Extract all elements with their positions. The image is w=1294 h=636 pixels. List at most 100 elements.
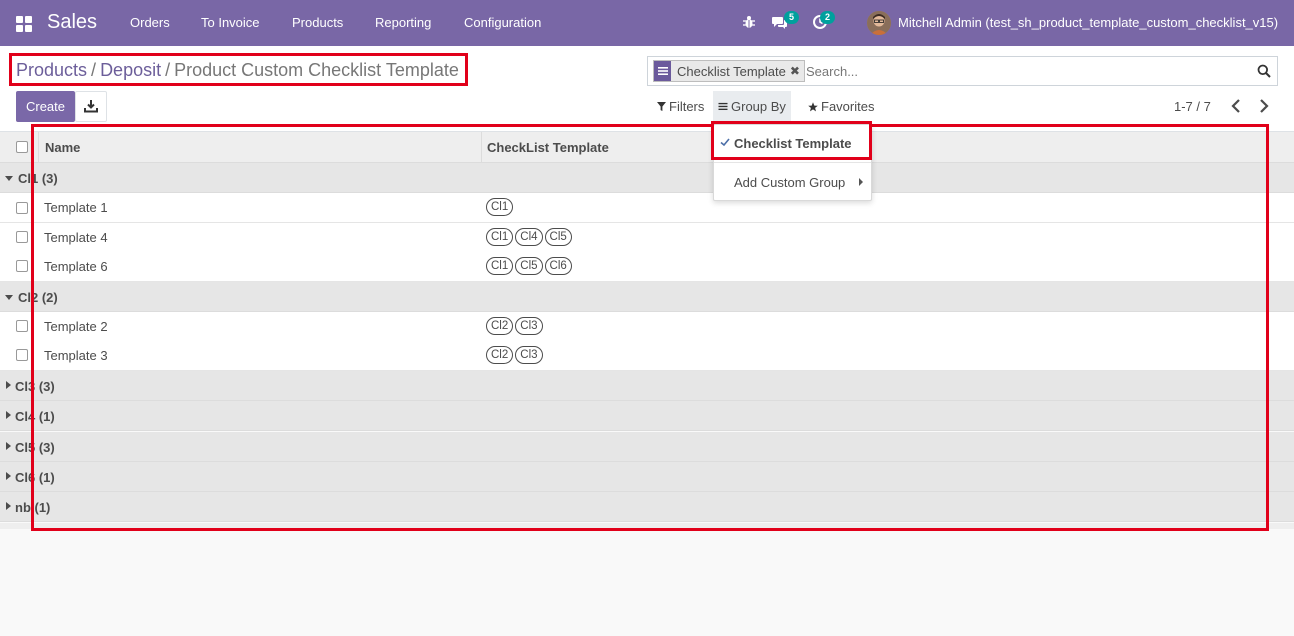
column-divider — [38, 132, 39, 163]
caret-right-icon — [6, 411, 11, 419]
group-label: nb (1) — [15, 500, 51, 515]
search-icon[interactable] — [1257, 64, 1271, 78]
caret-right-icon — [6, 381, 11, 389]
pager-value[interactable]: 1-7 / 7 — [1174, 99, 1211, 114]
favorites-label: Favorites — [821, 99, 875, 114]
select-all-checkbox[interactable] — [16, 141, 28, 153]
row-checkbox[interactable] — [16, 260, 28, 272]
row-name: Template 3 — [44, 348, 108, 363]
debug-bug-icon[interactable] — [741, 14, 757, 30]
row-checkbox[interactable] — [16, 320, 28, 332]
group-label: Cl6 (1) — [15, 470, 55, 485]
activities-badge: 2 — [820, 11, 836, 24]
favorites-button[interactable]: Favorites — [803, 91, 879, 122]
list-footer — [0, 523, 1294, 529]
export-button[interactable] — [75, 91, 107, 122]
group-row-cl1[interactable]: Cl1 (3) — [0, 163, 1294, 193]
checklist-tag: Cl2 — [486, 317, 514, 335]
breadcrumb-products[interactable]: Products — [16, 60, 87, 80]
table-row[interactable]: Template 6 Cl1 Cl5 Cl6 — [0, 252, 1294, 282]
breadcrumb-separator: / — [91, 60, 97, 80]
checklist-tag: Cl1 — [486, 228, 514, 246]
checklist-tag: Cl4 — [515, 228, 543, 246]
checklist-tags: Cl1 — [486, 198, 514, 216]
checklist-tag: Cl5 — [544, 228, 572, 246]
facet-remove-icon[interactable]: ✖ — [790, 64, 804, 78]
row-checkbox[interactable] — [16, 349, 28, 361]
column-header-name[interactable]: Name — [45, 140, 80, 155]
chevron-left-icon[interactable] — [1229, 98, 1243, 114]
breadcrumb-separator: / — [165, 60, 171, 80]
top-navbar: Sales Orders To Invoice Products Reporti… — [0, 0, 1294, 46]
star-icon — [808, 101, 818, 111]
create-button[interactable]: Create — [16, 91, 75, 122]
row-checkbox[interactable] — [16, 231, 28, 243]
menu-configuration[interactable]: Configuration — [464, 15, 541, 30]
menu-to-invoice[interactable]: To Invoice — [201, 15, 260, 30]
control-panel: Products / Deposit / Product Custom Checklis… — [0, 46, 1294, 132]
checklist-tag: Cl1 — [486, 257, 514, 275]
group-by-bars-icon — [718, 102, 728, 111]
group-by-label: Group By — [731, 99, 786, 114]
apps-menu-icon[interactable] — [16, 16, 32, 32]
user-avatar[interactable] — [867, 11, 891, 35]
group-row-cl5[interactable]: Cl5 (3) — [0, 432, 1294, 462]
checklist-tag: Cl5 — [515, 257, 543, 275]
group-label: Cl4 (1) — [15, 409, 55, 424]
menu-products[interactable]: Products — [292, 15, 343, 30]
group-by-button[interactable]: Group By — [713, 91, 791, 122]
table-row[interactable]: Template 1 Cl1 — [0, 193, 1294, 223]
group-row-cl3[interactable]: Cl3 (3) — [0, 371, 1294, 401]
add-custom-group-label: Add Custom Group — [734, 175, 846, 190]
search-facet: Checklist Template ✖ — [653, 60, 805, 82]
messages-badge: 5 — [784, 11, 800, 24]
group-by-option-checklist-template[interactable]: Checklist Template — [714, 131, 871, 155]
column-divider — [481, 132, 482, 163]
row-name: Template 6 — [44, 259, 108, 274]
page-title: Product Custom Checklist Template — [174, 60, 459, 80]
table-row[interactable]: Template 4 Cl1 Cl4 Cl5 — [0, 223, 1294, 253]
table-row[interactable]: Template 3 Cl2 Cl3 — [0, 341, 1294, 371]
checklist-tag: Cl1 — [486, 198, 514, 216]
checklist-tags: Cl1 Cl5 Cl6 — [486, 257, 572, 275]
row-checkbox[interactable] — [16, 202, 28, 214]
row-name: Template 4 — [44, 230, 108, 245]
checklist-tags: Cl1 Cl4 Cl5 — [486, 228, 572, 246]
table-row[interactable]: Template 2 Cl2 Cl3 — [0, 312, 1294, 342]
breadcrumb-deposit[interactable]: Deposit — [100, 60, 161, 80]
user-menu[interactable]: Mitchell Admin (test_sh_product_template… — [898, 15, 1278, 30]
group-by-facet-icon — [654, 61, 671, 81]
group-by-dropdown: Checklist Template Add Custom Group — [713, 124, 872, 201]
dropdown-divider — [714, 162, 871, 163]
checkmark-icon — [720, 138, 730, 147]
app-name[interactable]: Sales — [47, 11, 97, 34]
group-row-nb[interactable]: nb (1) — [0, 492, 1294, 522]
add-custom-group-toggle[interactable]: Add Custom Group — [714, 170, 871, 194]
caret-right-icon — [859, 178, 863, 186]
group-label: Cl2 (2) — [18, 290, 58, 305]
search-bar: Checklist Template ✖ — [647, 56, 1278, 86]
group-label: Cl3 (3) — [15, 379, 55, 394]
group-label: Cl1 (3) — [18, 171, 58, 186]
checklist-tag: Cl3 — [515, 317, 543, 335]
group-row-cl4[interactable]: Cl4 (1) — [0, 401, 1294, 431]
checklist-tags: Cl2 Cl3 — [486, 346, 543, 364]
download-icon — [84, 100, 98, 113]
caret-right-icon — [6, 502, 11, 510]
caret-right-icon — [6, 472, 11, 480]
menu-reporting[interactable]: Reporting — [375, 15, 431, 30]
filters-button[interactable]: Filters — [652, 91, 709, 122]
column-header-checklist-template[interactable]: CheckList Template — [487, 140, 609, 155]
row-name: Template 2 — [44, 319, 108, 334]
group-by-option-label: Checklist Template — [734, 136, 852, 151]
checklist-tag: Cl6 — [544, 257, 572, 275]
menu-orders[interactable]: Orders — [130, 15, 170, 30]
checklist-tag: Cl2 — [486, 346, 514, 364]
caret-down-icon — [5, 176, 13, 181]
group-row-cl6[interactable]: Cl6 (1) — [0, 462, 1294, 492]
list-header: Name CheckList Template — [0, 132, 1294, 163]
group-row-cl2[interactable]: Cl2 (2) — [0, 282, 1294, 312]
chevron-right-icon[interactable] — [1257, 98, 1271, 114]
checklist-tags: Cl2 Cl3 — [486, 317, 543, 335]
search-input[interactable] — [806, 61, 1246, 81]
